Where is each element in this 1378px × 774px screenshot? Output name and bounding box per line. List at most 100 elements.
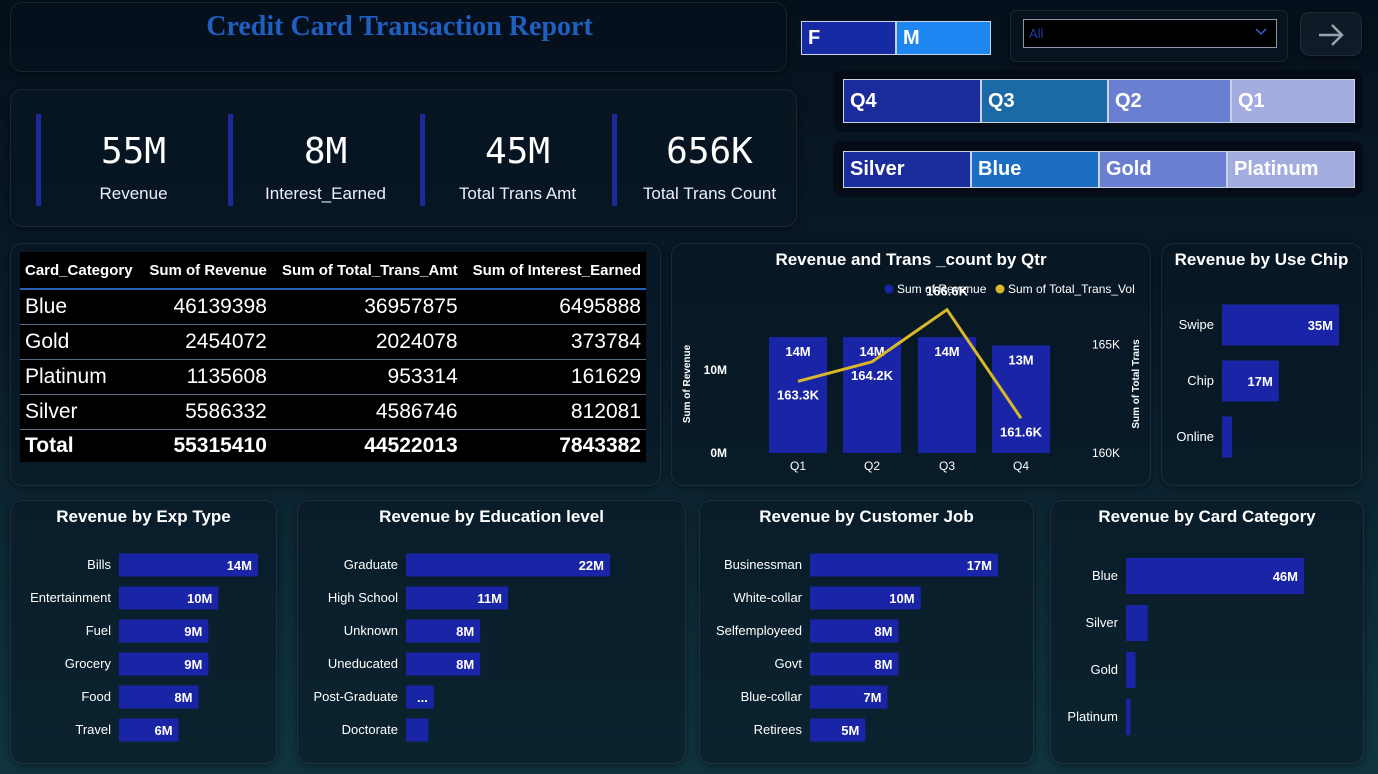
table-row: Silver 5586332 4586746 812081 [20, 394, 646, 430]
data-label: 8M [456, 624, 474, 639]
title-panel: Credit Card Transaction Report [10, 2, 787, 72]
category-label: Uneducated [328, 656, 398, 671]
data-label: 9M [184, 657, 202, 672]
table-cell: 46139398 [140, 289, 272, 325]
table-header-row: Card_Category Sum of Revenue Sum of Tota… [20, 252, 646, 290]
table-cell: 1135608 [140, 359, 272, 395]
gender-slicer-m[interactable]: M [896, 21, 991, 55]
x-tick-label: Q2 [864, 459, 880, 473]
category-label: Food [81, 689, 111, 704]
education-bar-svg: Graduate 22M High School 11M Unknown 8M Uneduc… [313, 553, 610, 742]
category-label: Blue [1092, 568, 1118, 583]
data-label: 10M [187, 591, 212, 606]
series-line [797, 307, 1023, 420]
dropdown-value: All [1029, 26, 1044, 41]
data-label: 22M [579, 558, 604, 573]
arrow-right-icon [1319, 24, 1344, 46]
line-data-label: 166.6K [926, 284, 969, 299]
category-slicer-blue[interactable]: Blue [971, 151, 1099, 188]
category-label: Selfemployeed [716, 623, 802, 638]
quarter-slicer-q4[interactable]: Q4 [843, 79, 981, 123]
x-tick-label: Q3 [939, 459, 955, 473]
gender-slicer-f[interactable]: F [801, 21, 896, 55]
table-row: Gold 2454072 2024078 373784 [20, 324, 646, 360]
chevron-down-icon [1255, 28, 1267, 36]
data-label: 5M [841, 723, 859, 738]
category-label: Silver [1085, 615, 1118, 630]
bar [1222, 416, 1233, 458]
table-cell: 2024078 [271, 324, 463, 360]
bar [1126, 699, 1131, 735]
line-data-label: 163.3K [777, 387, 820, 402]
category-label: Entertainment [30, 590, 111, 605]
data-label: 8M [874, 624, 892, 639]
category-label: Bills [87, 557, 111, 572]
kpi-interest-earned: 8M Interest_Earned [228, 114, 418, 206]
kpi-label: Total Trans Amt [458, 184, 577, 203]
data-label: 8M [456, 657, 474, 672]
table-cell: 373784 [462, 324, 646, 360]
data-label: 17M [1248, 374, 1273, 389]
category-label: Gold [1091, 662, 1118, 677]
column-header[interactable]: Sum of Revenue [140, 252, 272, 290]
exp-type-bar-svg: Bills 14M Entertainment 10M Fuel 9M Grocery 9M F… [30, 553, 258, 742]
column-header[interactable]: Card_Category [20, 252, 141, 290]
category-label: High School [328, 590, 398, 605]
category-slicer-silver[interactable]: Silver [843, 151, 971, 188]
y-tick-label: 0M [710, 446, 727, 460]
quarter-slicer-q3[interactable]: Q3 [981, 79, 1108, 123]
quarter-slicer-q2[interactable]: Q2 [1108, 79, 1231, 123]
table-cell: Gold [20, 324, 141, 360]
y2-tick-label: 160K [1092, 446, 1120, 460]
revenue-trans-by-qtr-chart: Revenue and Trans _count by Qtr Sum of R… [671, 243, 1151, 486]
category-label: Online [1176, 429, 1214, 444]
table-total-row: Total 55315410 44522013 7843382 [20, 428, 646, 462]
revenue-by-use-chip-chart: Revenue by Use Chip Swipe 35M Chip 17M Onlin… [1161, 243, 1362, 486]
data-label: 14M [785, 344, 810, 359]
navigate-button[interactable] [1300, 12, 1362, 56]
y-axis-label: Sum of Revenue [682, 344, 693, 423]
card-category-bar-svg: Blue 46M Silver Gold Platinum [1067, 558, 1304, 735]
table-cell: 5586332 [140, 394, 272, 430]
data-label: 35M [1308, 318, 1333, 333]
category-label: Unknown [344, 623, 398, 638]
table-cell: 4586746 [271, 394, 463, 430]
data-label: 8M [174, 690, 192, 705]
table-cell: 7843382 [462, 428, 646, 462]
revenue-by-exp-type-chart: Revenue by Exp Type Bills 14M Entertainmen… [10, 500, 277, 764]
bar [1126, 652, 1136, 688]
card-category-table: Card_Category Sum of Revenue Sum of Tota… [20, 252, 646, 462]
kpi-value: 8M [303, 131, 348, 172]
data-label: 46M [1273, 569, 1298, 584]
category-label: Retirees [754, 722, 803, 737]
category-label: Swipe [1179, 317, 1214, 332]
quarter-slicer-q1[interactable]: Q1 [1231, 79, 1355, 123]
data-label: 11M [477, 591, 502, 606]
kpi-value: 656K [666, 131, 753, 172]
revenue-by-customer-job-chart: Revenue by Customer Job Businessman 17M Wh… [699, 500, 1034, 764]
combo-chart-svg: Sum of Revenue Sum of Total_Trans_Vol Sum … [682, 282, 1142, 473]
data-label: 8M [874, 657, 892, 672]
bar [1126, 605, 1148, 641]
category-label: Grocery [65, 656, 112, 671]
column-header[interactable]: Sum of Interest_Earned [462, 252, 646, 290]
column-header[interactable]: Sum of Total_Trans_Amt [271, 252, 463, 290]
table-cell: 6495888 [462, 289, 646, 325]
report-title: Credit Card Transaction Report [206, 11, 593, 42]
data-label: 6M [155, 723, 173, 738]
category-slicer-gold[interactable]: Gold [1099, 151, 1227, 188]
table-cell: Blue [20, 289, 141, 325]
filter-dropdown[interactable]: All [1023, 19, 1277, 48]
x-tick-label: Q4 [1013, 459, 1029, 473]
kpi-label: Revenue [99, 184, 168, 203]
category-slicer-platinum[interactable]: Platinum [1227, 151, 1355, 188]
category-label: Chip [1187, 373, 1214, 388]
category-label: Graduate [344, 557, 398, 572]
category-label: Businessman [724, 557, 802, 572]
data-label: 14M [934, 344, 959, 359]
kpi-revenue: 55M Revenue [36, 114, 226, 206]
data-label: 7M [863, 690, 881, 705]
data-label: 13M [1008, 352, 1033, 367]
category-label: White-collar [733, 590, 802, 605]
table-cell: 2454072 [140, 324, 272, 360]
